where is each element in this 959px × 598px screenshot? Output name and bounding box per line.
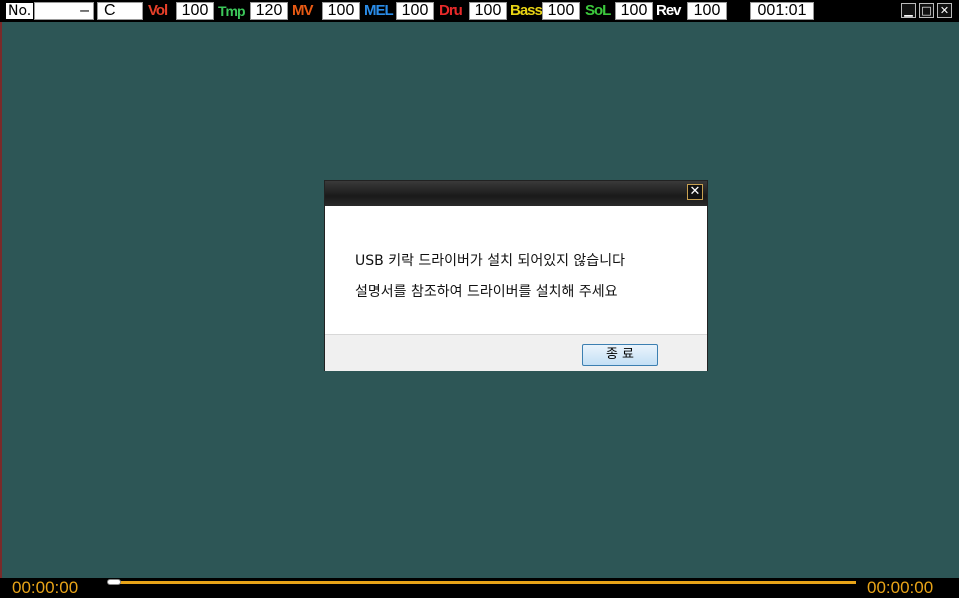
song-number-field[interactable]: –: [34, 2, 94, 20]
close-icon[interactable]: ✕: [937, 3, 952, 18]
total-time: 00:00:00: [867, 578, 934, 597]
mv-value[interactable]: 100: [322, 2, 360, 20]
elapsed-time: 00:00:00: [12, 578, 79, 597]
position-display: 001:01: [750, 2, 814, 20]
number-label: No.: [5, 2, 35, 20]
vol-label: Vol: [148, 2, 168, 19]
error-dialog: ✕ USB 키락 드라이버가 설치 되어있지 않습니다 설명서를 참조하여 드라…: [324, 180, 708, 371]
tempo-value[interactable]: 120: [250, 2, 288, 20]
minimize-icon[interactable]: ▁: [901, 3, 916, 18]
progress-track[interactable]: [118, 581, 856, 584]
tempo-label: Tmp: [218, 3, 246, 19]
dialog-message-line-2: 설명서를 참조하여 드라이버를 설치해 주세요: [355, 284, 618, 300]
exit-button[interactable]: 종 료: [582, 344, 658, 366]
solo-label: SoL: [585, 2, 611, 19]
dialog-close-icon[interactable]: ✕: [687, 184, 703, 200]
mv-label: MV: [292, 2, 313, 19]
reverb-label: Rev: [656, 2, 682, 19]
solo-value[interactable]: 100: [615, 2, 653, 20]
mel-label: MEL: [364, 2, 394, 19]
playback-bar: 00:00:00 00:00:00: [0, 578, 959, 598]
dialog-body: USB 키락 드라이버가 설치 되어있지 않습니다 설명서를 참조하여 드라이버…: [325, 206, 707, 334]
maximize-icon[interactable]: □: [919, 3, 934, 18]
drum-label: Dru: [439, 2, 463, 19]
mel-value[interactable]: 100: [396, 2, 434, 20]
left-edge-strip: [0, 22, 2, 578]
control-bar: No. – C Vol 100 Tmp 120 MV 100 MEL 100 D…: [0, 0, 959, 22]
progress-thumb[interactable]: [107, 579, 121, 585]
bass-value[interactable]: 100: [542, 2, 580, 20]
drum-value[interactable]: 100: [469, 2, 507, 20]
reverb-value[interactable]: 100: [687, 2, 727, 20]
dialog-footer: 종 료: [325, 334, 707, 371]
dialog-titlebar[interactable]: ✕: [325, 181, 707, 206]
key-field[interactable]: C: [97, 2, 143, 20]
dialog-message-line-1: USB 키락 드라이버가 설치 되어있지 않습니다: [355, 253, 625, 269]
vol-value[interactable]: 100: [176, 2, 214, 20]
bass-label: Bass: [510, 2, 543, 19]
